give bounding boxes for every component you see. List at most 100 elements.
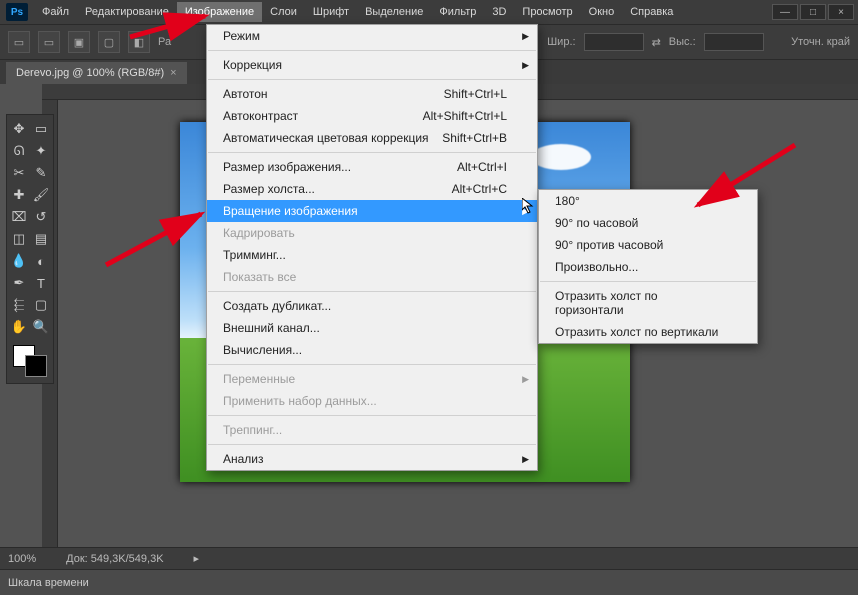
- image-menu-item-16[interactable]: Внешний канал...: [207, 317, 537, 339]
- menu-item-shortcut: Shift+Ctrl+B: [442, 131, 507, 145]
- rotate-submenu-item-1[interactable]: 90° по часовой: [539, 212, 757, 234]
- tool-heal[interactable]: ✚: [9, 185, 29, 205]
- tool-stamp[interactable]: ⌧: [9, 207, 29, 227]
- image-menu-item-9[interactable]: Размер холста...Alt+Ctrl+C: [207, 178, 537, 200]
- image-menu-item-20: Применить набор данных...: [207, 390, 537, 412]
- background-swatch[interactable]: [25, 355, 47, 377]
- tool-brush[interactable]: 🖌: [31, 185, 51, 205]
- tool-path[interactable]: ⬱: [9, 295, 29, 315]
- image-menu-item-4[interactable]: Автотон Shift+Ctrl+L: [207, 83, 537, 105]
- tool-marquee[interactable]: ▭: [31, 119, 51, 139]
- menu-item-label: Анализ: [223, 452, 264, 466]
- menu-слои[interactable]: Слои: [262, 2, 305, 22]
- image-menu-item-12[interactable]: Тримминг...: [207, 244, 537, 266]
- menu-item-label: Автоматическая цветовая коррекция: [223, 131, 429, 145]
- menu-фильтр[interactable]: Фильтр: [431, 2, 484, 22]
- image-menu-item-24[interactable]: Анализ▶: [207, 448, 537, 470]
- tool-shape[interactable]: ▢: [31, 295, 51, 315]
- timeline-panel[interactable]: Шкала времени: [0, 569, 858, 595]
- tool-hand[interactable]: ✋: [9, 317, 29, 337]
- menu-item-label: Кадрировать: [223, 226, 295, 240]
- image-menu-item-19: Переменные▶: [207, 368, 537, 390]
- tool-eyedropper[interactable]: ✎: [31, 163, 51, 183]
- menu-справка[interactable]: Справка: [622, 2, 681, 22]
- selection-new-icon[interactable]: ▭: [38, 31, 60, 53]
- menu-item-label: 180°: [555, 194, 580, 208]
- image-menu-item-8[interactable]: Размер изображения... Alt+Ctrl+I: [207, 156, 537, 178]
- window-buttons: — □ ×: [772, 4, 854, 20]
- doc-size: Док: 549,3K/549,3K: [66, 553, 163, 565]
- color-swatches[interactable]: [9, 343, 51, 379]
- image-menu-separator: [208, 50, 536, 51]
- menu-item-shortcut: Alt+Ctrl+I: [457, 160, 507, 174]
- tool-lasso[interactable]: ᘏ: [9, 141, 29, 161]
- menu-item-label: Размер изображения...: [223, 160, 351, 174]
- width-input[interactable]: [584, 33, 644, 51]
- tool-eraser[interactable]: ◫: [9, 229, 29, 249]
- menu-шрифт[interactable]: Шрифт: [305, 2, 357, 22]
- zoom-value[interactable]: 100%: [8, 553, 36, 565]
- tool-zoom[interactable]: 🔍: [31, 317, 51, 337]
- image-menu-item-6[interactable]: Автоматическая цветовая коррекция Shift+C…: [207, 127, 537, 149]
- menu-item-shortcut: Alt+Shift+Ctrl+L: [423, 109, 507, 123]
- rotate-submenu-item-5[interactable]: Отразить холст по горизонтали: [539, 285, 757, 321]
- menu-item-shortcut: Shift+Ctrl+L: [444, 87, 507, 101]
- menu-выделение[interactable]: Выделение: [357, 2, 431, 22]
- menu-item-label: Произвольно...: [555, 260, 638, 274]
- rotate-submenu-item-3[interactable]: Произвольно...: [539, 256, 757, 278]
- menu-item-label: 90° по часовой: [555, 216, 638, 230]
- menu-item-label: Коррекция: [223, 58, 282, 72]
- swap-wh-icon[interactable]: ⇄: [652, 36, 661, 49]
- tool-gradient[interactable]: ▤: [31, 229, 51, 249]
- close-button[interactable]: ×: [828, 4, 854, 20]
- tool-pen[interactable]: ✒: [9, 273, 29, 293]
- menu-item-label: Режим: [223, 29, 260, 43]
- image-menu-item-15[interactable]: Создать дубликат...: [207, 295, 537, 317]
- close-icon[interactable]: ×: [170, 67, 176, 79]
- tool-move[interactable]: ✥: [9, 119, 29, 139]
- tool-history[interactable]: ↺: [31, 207, 51, 227]
- tool-dodge[interactable]: ◐: [31, 251, 51, 271]
- tool-blur[interactable]: 💧: [9, 251, 29, 271]
- menu-item-label: Автоконтраст: [223, 109, 298, 123]
- menu-item-label: Автотон: [223, 87, 268, 101]
- selection-intersect-icon[interactable]: ◧: [128, 31, 150, 53]
- tool-crop[interactable]: ✂: [9, 163, 29, 183]
- tab-title: Derevo.jpg @ 100% (RGB/8#): [16, 67, 164, 79]
- submenu-arrow-icon: ▶: [522, 374, 529, 385]
- menu-3d[interactable]: 3D: [484, 2, 514, 22]
- minimize-button[interactable]: —: [772, 4, 798, 20]
- rotate-submenu-item-2[interactable]: 90° против часовой: [539, 234, 757, 256]
- menu-файл[interactable]: Файл: [34, 2, 77, 22]
- menu-просмотр[interactable]: Просмотр: [514, 2, 580, 22]
- rotate-submenu-item-0[interactable]: 180°: [539, 190, 757, 212]
- image-menu-item-22: Треппинг...: [207, 419, 537, 441]
- menu-изображение[interactable]: Изображение: [177, 2, 262, 22]
- rotate-submenu-item-6[interactable]: Отразить холст по вертикали: [539, 321, 757, 343]
- menu-bar: ФайлРедактированиеИзображениеСлоиШрифтВы…: [34, 2, 772, 22]
- menu-item-label: Применить набор данных...: [223, 394, 377, 408]
- image-menu-separator: [208, 415, 536, 416]
- selection-subtract-icon[interactable]: ▢: [98, 31, 120, 53]
- selection-add-icon[interactable]: ▣: [68, 31, 90, 53]
- image-menu-item-17[interactable]: Вычисления...: [207, 339, 537, 361]
- tool-type[interactable]: T: [31, 273, 51, 293]
- document-tab[interactable]: Derevo.jpg @ 100% (RGB/8#) ×: [6, 62, 187, 84]
- image-menu-item-5[interactable]: Автоконтраст Alt+Shift+Ctrl+L: [207, 105, 537, 127]
- tool-wand[interactable]: ✦: [31, 141, 51, 161]
- maximize-button[interactable]: □: [800, 4, 826, 20]
- image-menu-separator: [208, 364, 536, 365]
- image-menu-item-2[interactable]: Коррекция▶: [207, 54, 537, 76]
- image-menu-separator: [208, 79, 536, 80]
- menu-item-label: Треппинг...: [223, 423, 282, 437]
- image-menu-item-10[interactable]: Вращение изображения▶: [207, 200, 537, 222]
- refine-edge-button[interactable]: Уточн. край: [791, 36, 850, 48]
- image-menu-item-13: Показать все: [207, 266, 537, 288]
- status-arrow-icon[interactable]: ▸: [194, 552, 200, 565]
- height-input[interactable]: [704, 33, 764, 51]
- active-tool-preview[interactable]: ▭: [8, 31, 30, 53]
- menu-окно[interactable]: Окно: [581, 2, 623, 22]
- image-menu-item-0[interactable]: Режим▶: [207, 25, 537, 47]
- menu-редактирование[interactable]: Редактирование: [77, 2, 177, 22]
- menu-item-label: Тримминг...: [223, 248, 286, 262]
